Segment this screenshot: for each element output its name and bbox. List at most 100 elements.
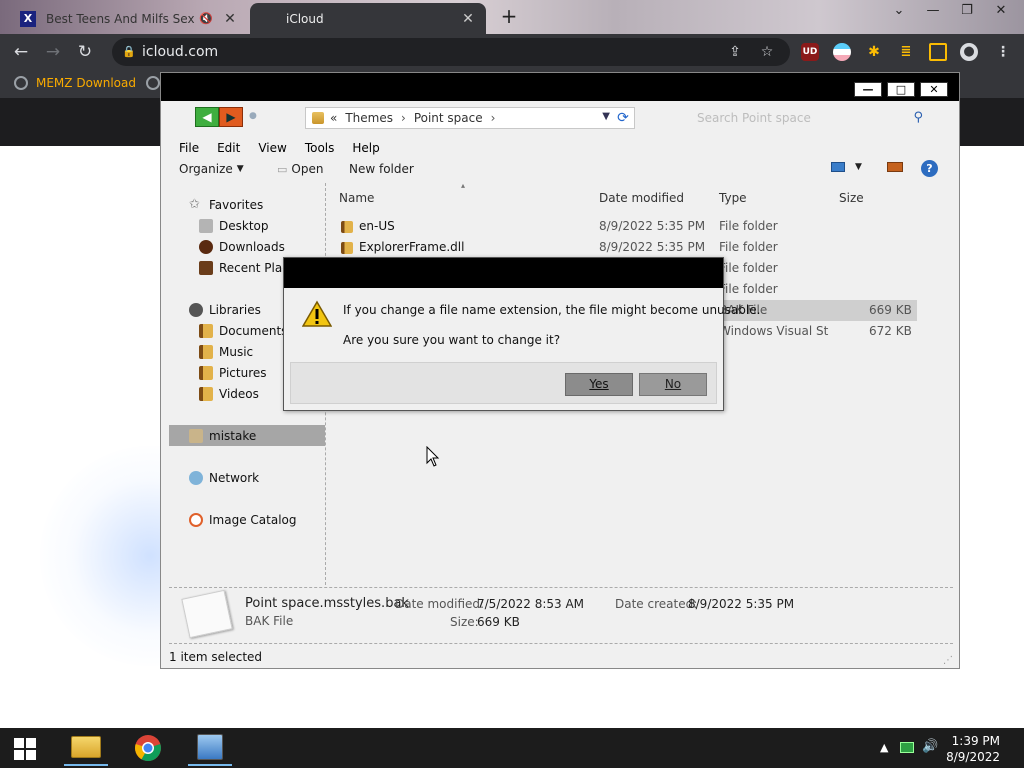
bookmark-globe-icon[interactable] <box>146 76 160 90</box>
tab-search-icon[interactable]: ⌄ <box>882 0 916 22</box>
open-button[interactable]: ▭ Open <box>277 162 323 176</box>
taskbar-chrome[interactable] <box>126 730 170 766</box>
breadcrumb[interactable]: « Themes › Point space › ▼ ⟳ <box>305 107 635 129</box>
tab-adult-site[interactable]: X Best Teens And Milfs Sex Co 🔇 ✕ <box>10 3 248 34</box>
file-thumbnail-icon <box>181 589 233 639</box>
flag-extension-icon[interactable] <box>833 43 851 61</box>
tab-icloud[interactable]: iCloud ✕ <box>250 3 486 34</box>
search-input[interactable]: Search Point space ⚲ <box>687 107 927 129</box>
explorer-titlebar[interactable]: — □ ✕ <box>161 73 959 101</box>
volume-icon[interactable]: 🔊 <box>922 739 938 754</box>
column-type[interactable]: Type <box>719 191 747 205</box>
no-button[interactable]: No <box>639 373 707 396</box>
file-row[interactable]: ExplorerFrame.dll 8/9/2022 5:35 PM File … <box>327 237 917 258</box>
organize-button[interactable]: Organize ▼ <box>179 162 244 176</box>
nav-network[interactable]: Network <box>169 467 325 488</box>
menu-edit[interactable]: Edit <box>217 141 240 155</box>
minimize-button[interactable]: — <box>854 82 882 97</box>
chevron-down-icon[interactable]: ▼ <box>602 111 610 122</box>
share-icon[interactable]: ⇪ <box>726 43 744 61</box>
help-icon[interactable]: ? <box>921 160 938 177</box>
details-size-label: Size: <box>450 615 479 629</box>
column-size[interactable]: Size <box>839 191 864 205</box>
nav-image-catalog[interactable]: Image Catalog <box>169 509 325 530</box>
forward-arrow-icon[interactable]: ▶ <box>219 107 243 127</box>
taskbar-file-explorer[interactable] <box>64 730 108 766</box>
lock-icon: 🔒 <box>122 45 136 58</box>
column-date-modified[interactable]: Date modified <box>599 191 684 205</box>
chevron-right-icon[interactable]: › <box>401 111 406 125</box>
menu-view[interactable]: View <box>258 141 286 155</box>
yes-button[interactable]: Yes <box>565 373 633 396</box>
details-filename: Point space.msstyles.bak <box>245 596 409 611</box>
restore-icon[interactable]: ❐ <box>950 0 984 22</box>
back-arrow-icon[interactable]: ◀ <box>195 107 219 127</box>
taskbar-control-panel[interactable] <box>188 730 232 766</box>
preview-pane-icon[interactable] <box>887 162 903 172</box>
computer-icon <box>197 734 223 760</box>
dialog-titlebar[interactable] <box>284 258 723 288</box>
taskbar: ▲ 🔊 1:39 PM 8/9/2022 <box>0 728 1024 768</box>
file-name: en-US <box>359 219 395 233</box>
chevron-right-icon[interactable]: › <box>491 111 496 125</box>
nav-label: Image Catalog <box>209 512 297 527</box>
minimize-icon[interactable]: — <box>916 0 950 22</box>
menu-help[interactable]: Help <box>352 141 379 155</box>
mute-icon[interactable]: 🔇 <box>198 12 214 25</box>
address-bar[interactable]: 🔒 icloud.com ⇪ ☆ <box>112 38 790 66</box>
new-folder-button[interactable]: New folder <box>349 162 414 176</box>
details-size: 669 KB <box>477 615 520 629</box>
forward-icon[interactable]: → <box>42 41 64 63</box>
chevron-up-icon[interactable]: ▲ <box>880 741 888 754</box>
nav-user-mistake[interactable]: mistake <box>169 425 325 446</box>
file-row[interactable]: en-US 8/9/2022 5:35 PM File folder <box>327 216 917 237</box>
close-tab-icon[interactable]: ✕ <box>222 11 238 27</box>
dialog-button-bar: Yes No <box>290 362 717 404</box>
menu-kebab-icon[interactable]: ⋮ <box>994 43 1012 61</box>
search-icon[interactable]: ⚲ <box>913 107 923 129</box>
column-name[interactable]: Name <box>339 191 374 205</box>
resize-grip-icon[interactable]: ⋰ <box>943 655 953 666</box>
clock[interactable]: 1:39 PM 8/9/2022 <box>946 733 1000 765</box>
ublock-extension-icon[interactable]: UD <box>801 43 819 61</box>
profile-avatar-icon[interactable]: ● <box>960 43 978 61</box>
star-icon: ✩ <box>189 196 200 212</box>
nav-favorites[interactable]: ✩ Favorites <box>169 194 325 215</box>
organize-label: Organize <box>179 162 233 176</box>
downloads-icon <box>199 239 213 254</box>
reading-list-icon[interactable]: ≣ <box>897 43 915 61</box>
nav-desktop[interactable]: Desktop <box>169 215 325 236</box>
side-panel-icon[interactable] <box>929 43 947 61</box>
back-icon[interactable]: ← <box>10 41 32 63</box>
network-tray-icon[interactable] <box>900 742 914 753</box>
extensions-puzzle-icon[interactable]: ✱ <box>865 43 883 61</box>
dialog-message: If you change a file name extension, the… <box>343 303 761 317</box>
menu-tools[interactable]: Tools <box>305 141 335 155</box>
bookmark-memz[interactable]: MEMZ Download <box>14 76 136 90</box>
reload-icon[interactable]: ↻ <box>74 41 96 63</box>
refresh-icon[interactable]: ⟳ <box>614 109 632 127</box>
maximize-button[interactable]: □ <box>887 82 915 97</box>
close-window-icon[interactable]: ✕ <box>984 0 1018 22</box>
menu-file[interactable]: File <box>179 141 199 155</box>
globe-icon <box>14 76 28 90</box>
breadcrumb-overflow[interactable]: « <box>330 111 337 125</box>
windows-start-icon[interactable] <box>14 738 36 760</box>
pictures-icon <box>199 365 213 380</box>
view-options-button[interactable]: ▼ <box>831 162 862 172</box>
bookmark-star-icon[interactable]: ☆ <box>758 43 776 61</box>
file-name: ExplorerFrame.dll <box>359 240 465 254</box>
nav-label: Network <box>209 470 260 485</box>
breadcrumb-point-space[interactable]: Point space <box>414 111 483 125</box>
file-date: 8/9/2022 5:35 PM <box>599 240 706 254</box>
breadcrumb-themes[interactable]: Themes <box>345 111 393 125</box>
details-pane: Point space.msstyles.bak BAK File Date m… <box>169 587 953 641</box>
system-tray: ▲ 🔊 1:39 PM 8/9/2022 <box>864 728 1024 768</box>
history-dropdown-icon[interactable]: ● <box>249 111 257 121</box>
nav-label: Downloads <box>219 239 285 254</box>
close-tab-icon[interactable]: ✕ <box>460 11 476 27</box>
libraries-icon <box>189 302 203 317</box>
nav-downloads[interactable]: Downloads <box>169 236 325 257</box>
new-tab-button[interactable]: + <box>498 6 520 28</box>
close-button[interactable]: ✕ <box>920 82 948 97</box>
